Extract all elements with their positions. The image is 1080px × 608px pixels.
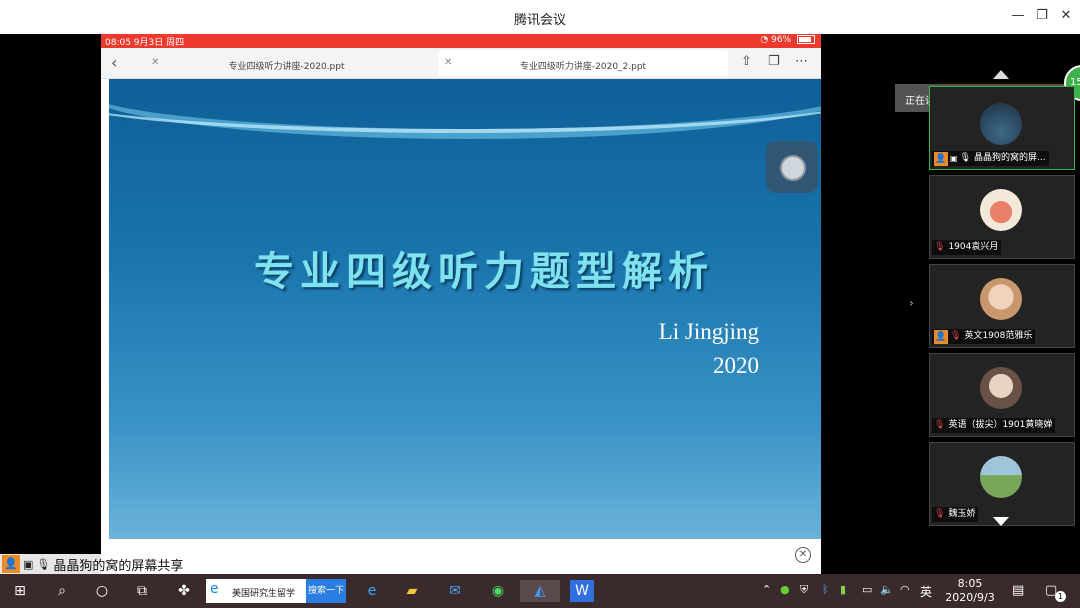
device-status-right: ◔ 96% [760, 35, 815, 45]
person-icon: 👤 [934, 151, 948, 166]
clock-date: 2020/9/3 [945, 591, 995, 604]
screen-icon: ▣ [23, 557, 34, 571]
windows-start-icon[interactable]: ⊞ [8, 580, 32, 602]
participant-tile[interactable]: 🎙 魏玉娇 [929, 442, 1075, 526]
wifi-icon: ◔ [760, 35, 769, 45]
microphone-icon: 🎙 [36, 557, 51, 571]
edge-icon[interactable]: e [360, 580, 384, 602]
maximize-button[interactable]: ❐ [1032, 8, 1052, 26]
panel-toggle-icon[interactable]: › [909, 296, 914, 310]
avatar [980, 103, 1022, 145]
participant-name: 1904袁兴月 [948, 242, 999, 252]
taskbar-search-query: 美国研究生留学 [232, 589, 296, 599]
taskbar-search-button[interactable]: 搜索一下 [306, 579, 346, 603]
assistive-touch-button[interactable] [766, 141, 818, 193]
participant-tile[interactable]: 👤 ▣ 🎙 晶晶狗的窝的屏... [929, 86, 1075, 170]
windows-taskbar: ⊞ ⌕ ○ ⧉ ✤ e 美国研究生留学 搜索一下 e ▰ ✉ ◉ ◭ W ⌃ ●… [0, 574, 1080, 608]
device-status-bar: 08:05 9月3日 周四 ◔ 96% [101, 34, 821, 48]
taskbar-clock[interactable]: 8:05 2020/9/3 [940, 577, 1000, 605]
wps-icon[interactable]: W [570, 580, 594, 602]
microphone-muted-icon: 🎙 [934, 420, 946, 430]
cortana-icon[interactable]: ○ [90, 580, 114, 602]
shared-screen: 08:05 9月3日 周四 ◔ 96% ‹ ✕ 专业四级听力讲座-2020.pp… [101, 34, 821, 574]
browser-360-icon[interactable]: ◉ [486, 580, 510, 602]
participant-name: 魏玉娇 [948, 509, 976, 519]
participant-name: 英文1908范雅乐 [964, 331, 1033, 341]
microphone-muted-icon: 🎙 [950, 331, 962, 341]
microphone-icon: 🎙 [959, 153, 971, 163]
tab-document-2[interactable]: ✕ 专业四级听力讲座-2020_2.ppt [438, 50, 728, 76]
slide-author: Li Jingjing [658, 319, 759, 344]
more-icon[interactable]: ⋯ [795, 54, 808, 69]
shield-icon[interactable]: ⛨ [800, 583, 808, 597]
participant-tile[interactable]: 🎙 英语（拔尖）1901黄晓婵 [929, 353, 1075, 437]
close-circle-icon[interactable]: ✕ [795, 547, 811, 563]
ime-indicator[interactable]: 英 [920, 583, 932, 600]
notification-count: 1 [1055, 591, 1066, 602]
tab-label: 专业四级听力讲座-2020.ppt [228, 62, 345, 72]
device-time-date: 08:05 9月3日 周四 [105, 38, 185, 48]
person-icon: 👤 [934, 329, 948, 344]
minimize-button[interactable]: — [1008, 8, 1028, 26]
file-explorer-icon[interactable]: ▰ [400, 580, 424, 602]
back-icon[interactable]: ‹ [111, 53, 117, 72]
close-button[interactable]: ✕ [1056, 8, 1076, 26]
screen-share-caption: 👤 ▣ 🎙 晶晶狗的窝的屏幕共享 [0, 554, 188, 574]
ie-icon: e [210, 581, 219, 597]
slide-wave-decoration [109, 79, 821, 133]
window-titlebar: 腾讯会议 — ❐ ✕ [0, 0, 1080, 34]
participant-name-tag: 🎙 1904袁兴月 [932, 240, 1002, 255]
clock-time: 8:05 [957, 577, 983, 590]
search-icon[interactable]: ⌕ [50, 580, 74, 602]
screen-icon: ▣ [950, 154, 958, 163]
tab-document-1[interactable]: ✕ 专业四级听力讲座-2020.ppt [139, 50, 434, 76]
slide-title: 专业四级听力题型解析 [254, 249, 714, 295]
participant-name: 晶晶狗的窝的屏... [974, 153, 1046, 163]
participant-name-tag: 🎙 魏玉娇 [932, 507, 979, 522]
copy-icon[interactable]: ❐ [768, 54, 780, 69]
document-bottom-bar: ✕ [101, 539, 821, 574]
nvidia-icon[interactable]: ▮ [840, 583, 846, 596]
notes-icon[interactable]: ▤ [1012, 583, 1024, 598]
tray-expand-icon[interactable]: ⌃ [762, 583, 771, 596]
microphone-muted-icon: 🎙 [934, 242, 946, 252]
participant-tile[interactable]: 🎙 1904袁兴月 [929, 175, 1075, 259]
presentation-slide: 专业四级听力题型解析 Li Jingjing 2020 [109, 79, 821, 539]
participant-name-tag: 🎙 英语（拔尖）1901黄晓婵 [932, 418, 1056, 433]
document-tab-bar: ‹ ✕ 专业四级听力讲座-2020.ppt ✕ 专业四级听力讲座-2020_2.… [101, 48, 821, 79]
taskbar-search-box[interactable]: e 美国研究生留学 搜索一下 [206, 579, 346, 603]
tray-app-icon[interactable]: ● [780, 583, 790, 596]
task-view-icon[interactable]: ⧉ [130, 580, 154, 602]
microphone-muted-icon: 🎙 [934, 509, 946, 519]
volume-icon[interactable]: 🔈 [880, 583, 894, 596]
mail-icon[interactable]: ✉ [443, 580, 467, 602]
battery-icon [797, 35, 815, 44]
person-icon: 👤 [2, 555, 20, 573]
avatar [980, 456, 1022, 498]
avatar [980, 367, 1022, 409]
participant-name-tag: 👤 ▣ 🎙 晶晶狗的窝的屏... [932, 151, 1049, 166]
wifi-icon[interactable]: ◠ [900, 583, 910, 596]
battery-icon[interactable]: ▭ [862, 583, 872, 596]
share-caption-text: 晶晶狗的窝的屏幕共享 [53, 558, 184, 574]
app-pinwheel-icon[interactable]: ✤ [172, 580, 196, 602]
battery-percent: 96% [771, 35, 792, 45]
scroll-up-icon[interactable] [993, 70, 1009, 79]
participant-tile[interactable]: 👤 🎙 英文1908范雅乐 [929, 264, 1075, 348]
scroll-down-icon[interactable] [993, 517, 1009, 526]
avatar [980, 189, 1022, 231]
share-icon[interactable]: ⇧ [741, 54, 752, 69]
window-title: 腾讯会议 [513, 13, 566, 28]
bluetooth-icon[interactable]: ᛒ [822, 583, 829, 596]
tencent-meeting-icon[interactable]: ◭ [520, 580, 560, 602]
participant-name: 英语（拔尖）1901黄晓婵 [948, 420, 1053, 430]
tab-label: 专业四级听力讲座-2020_2.ppt [519, 62, 647, 72]
participant-name-tag: 👤 🎙 英文1908范雅乐 [932, 329, 1036, 344]
slide-year: 2020 [713, 353, 759, 378]
avatar [980, 278, 1022, 320]
